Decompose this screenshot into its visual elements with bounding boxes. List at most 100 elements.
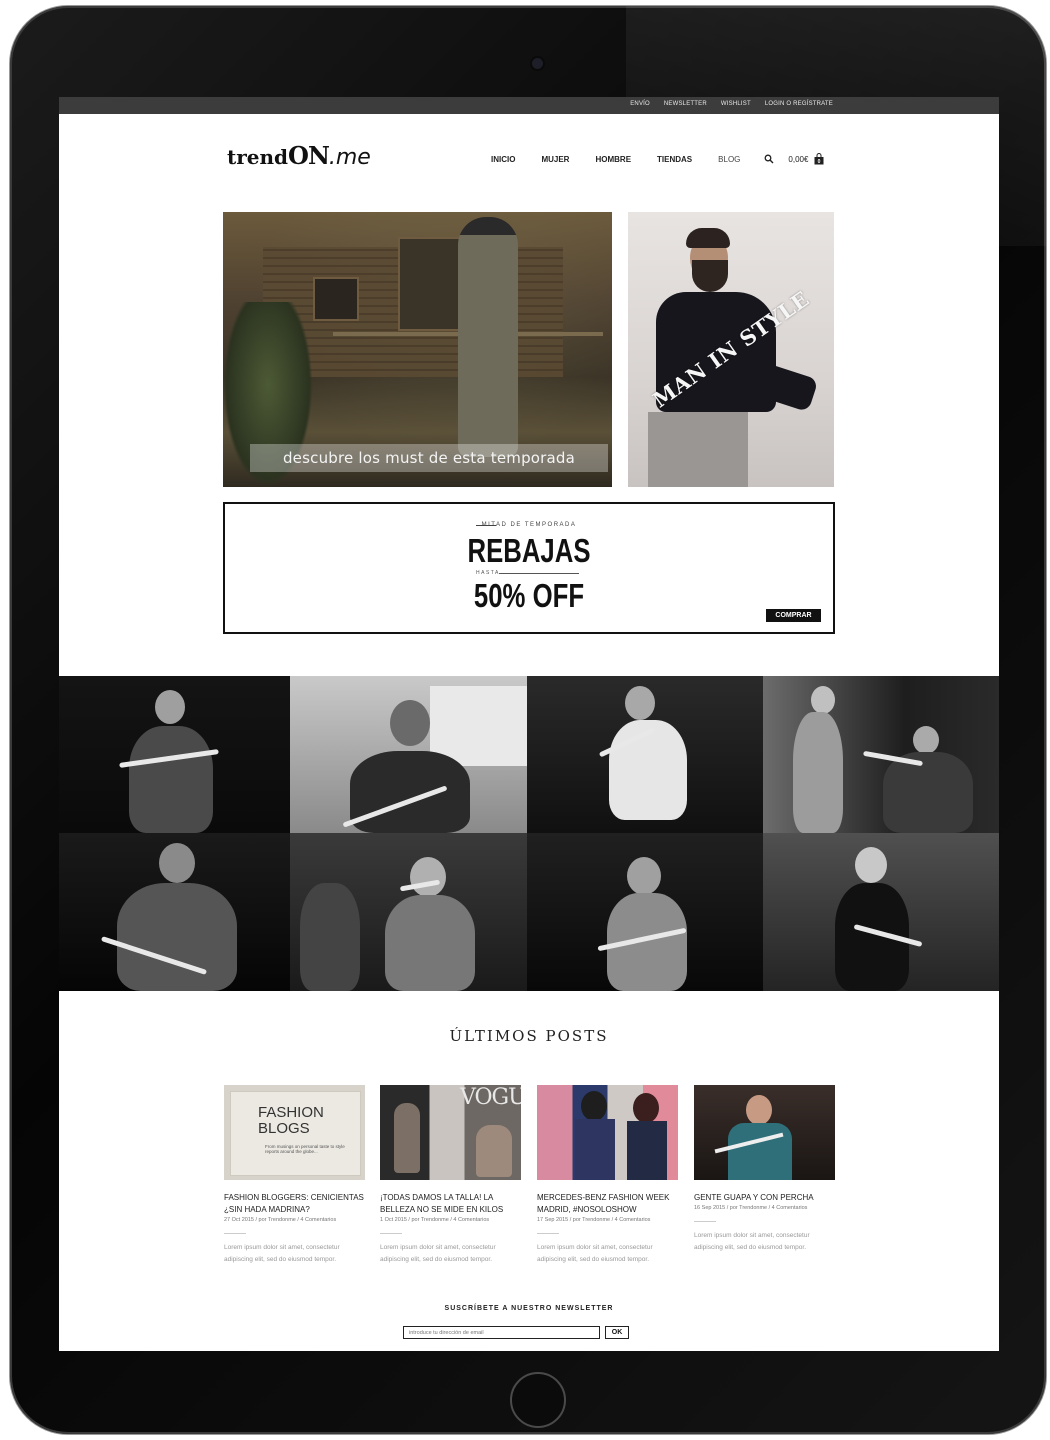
post-title[interactable]: ¡TODAS DAMOS LA TALLA! LA BELLEZA NO SE …: [380, 1192, 521, 1216]
newsletter-heading: SUSCRÍBETE A NUESTRO NEWSLETTER: [444, 1305, 614, 1312]
post-excerpt: Lorem ipsum dolor sit amet, consectetur …: [224, 1244, 340, 1263]
vogue-masthead: VOGUE: [460, 1085, 521, 1110]
event-photo[interactable]: [763, 676, 999, 833]
logo-on: ON: [288, 141, 330, 170]
thumb-figure: [627, 1121, 667, 1180]
thumb-figure: [633, 1093, 659, 1123]
event-photo[interactable]: [290, 676, 527, 833]
photo-person: [159, 843, 195, 883]
photo-person: [410, 857, 446, 897]
photo-person: [855, 847, 887, 883]
main-nav: INICIO MUJER HOMBRE TIENDAS BLOG 0,00€ 0: [491, 153, 824, 165]
site-logo[interactable]: trendON.me: [227, 141, 371, 170]
promo-title: REBAJAS: [467, 532, 591, 569]
nav-tiendas[interactable]: TIENDAS: [657, 155, 692, 164]
home-button[interactable]: [510, 1372, 566, 1428]
event-photo[interactable]: [59, 676, 290, 833]
thumb-figure: [476, 1125, 512, 1177]
comprar-button[interactable]: COMPRAR: [766, 609, 821, 622]
newsletter-email-input[interactable]: [403, 1326, 600, 1339]
photo-person: [883, 752, 973, 833]
event-photo[interactable]: [527, 833, 763, 991]
post-title[interactable]: MERCEDES-BENZ FASHION WEEK MADRID, #NOSO…: [537, 1192, 678, 1216]
hero-man-beard: [692, 260, 728, 292]
link-envio[interactable]: ENVÍO: [630, 101, 650, 107]
post-title[interactable]: FASHION BLOGGERS: CENICIENTAS ¿SIN HADA …: [224, 1192, 365, 1216]
post-meta: 27 Oct 2015 / por Trendonme / 4 Comentar…: [224, 1217, 337, 1223]
photo-person: [625, 686, 655, 720]
hero-man-hair: [686, 228, 730, 248]
promo-discount: 50% OFF: [473, 577, 585, 614]
cart-total[interactable]: 0,00€: [788, 155, 808, 164]
thumb-caption: From musings on personal taste to style …: [265, 1144, 345, 1154]
thumb-title-line1: FASHION: [258, 1104, 324, 1121]
promo-divider-right: [499, 573, 579, 574]
photo-person: [811, 686, 835, 714]
link-newsletter[interactable]: NEWSLETTER: [664, 101, 707, 107]
front-camera: [532, 58, 543, 69]
sale-banner[interactable]: MITAD DE TEMPORADA REBAJAS HASTA 50% OFF…: [223, 502, 835, 634]
event-photo-grid: [59, 676, 999, 991]
link-wishlist[interactable]: WISHLIST: [721, 101, 751, 107]
thumb-title: FASHION BLOGS: [258, 1105, 324, 1137]
post-thumbnail[interactable]: VOGUE: [380, 1085, 521, 1180]
thumb-figure: [394, 1103, 420, 1173]
post-meta: 17 Sep 2015 / por Trendonme / 4 Comentar…: [537, 1217, 651, 1223]
post-thumbnail[interactable]: FASHION BLOGS From musings on personal ta…: [224, 1085, 365, 1180]
nav-mujer[interactable]: MUJER: [541, 155, 569, 164]
link-login[interactable]: LOGIN O REGÍSTRATE: [765, 101, 833, 107]
post-card[interactable]: VOGUE ¡TODAS DAMOS LA TALLA! LA BELLEZA …: [380, 1085, 521, 1266]
cart-count: 0: [818, 159, 821, 165]
event-photo[interactable]: [59, 833, 290, 991]
promo-hasta: HASTA: [476, 570, 500, 576]
post-divider: [380, 1233, 402, 1234]
photo-person: [793, 712, 843, 833]
hero-stool: [648, 412, 748, 487]
thumb-figure: [746, 1095, 772, 1125]
photo-person: [155, 690, 185, 724]
hero-banner-women[interactable]: descubre los must de esta temporada: [223, 212, 612, 487]
post-divider: [537, 1233, 559, 1234]
event-photo[interactable]: [763, 833, 999, 991]
photo-person: [385, 895, 475, 991]
post-card[interactable]: MERCEDES-BENZ FASHION WEEK MADRID, #NOSO…: [537, 1085, 678, 1266]
hero-caption[interactable]: descubre los must de esta temporada: [250, 444, 608, 472]
photo-person: [300, 883, 360, 991]
photo-person: [350, 751, 470, 833]
thumb-figure: [575, 1119, 615, 1180]
nav-blog[interactable]: BLOG: [718, 155, 740, 164]
top-utility-bar: ENVÍO NEWSLETTER WISHLIST LOGIN O REGÍST…: [59, 97, 999, 114]
event-photo[interactable]: [527, 676, 763, 833]
shopping-bag-icon[interactable]: 0: [814, 153, 824, 165]
newsletter-ok-button[interactable]: OK: [605, 1326, 629, 1339]
post-card[interactable]: FASHION BLOGS From musings on personal ta…: [224, 1085, 365, 1266]
website-screen: ENVÍO NEWSLETTER WISHLIST LOGIN O REGÍST…: [59, 97, 999, 1351]
hero-window: [313, 277, 359, 321]
photo-person: [129, 726, 213, 833]
post-excerpt: Lorem ipsum dolor sit amet, consectetur …: [694, 1232, 810, 1251]
search-icon[interactable]: [764, 154, 774, 164]
hero-model: [458, 217, 518, 457]
post-excerpt: Lorem ipsum dolor sit amet, consectetur …: [537, 1244, 653, 1263]
utility-links: ENVÍO NEWSLETTER WISHLIST LOGIN O REGÍST…: [630, 101, 833, 107]
post-title[interactable]: GENTE GUAPA Y CON PERCHA: [694, 1192, 835, 1204]
hero-banner-men[interactable]: MAN IN STYLE: [628, 212, 834, 487]
nav-hombre[interactable]: HOMBRE: [595, 155, 631, 164]
post-card[interactable]: GENTE GUAPA Y CON PERCHA 16 Sep 2015 / p…: [694, 1085, 835, 1254]
hero-door: [398, 237, 462, 331]
post-thumbnail[interactable]: [694, 1085, 835, 1180]
post-divider: [224, 1233, 246, 1234]
nav-inicio[interactable]: INICIO: [491, 155, 515, 164]
promo-subtitle: MITAD DE TEMPORADA: [481, 522, 577, 528]
post-meta: 16 Sep 2015 / por Trendonme / 4 Comentar…: [694, 1205, 808, 1211]
post-thumbnail[interactable]: [537, 1085, 678, 1180]
photo-person: [913, 726, 939, 754]
post-excerpt: Lorem ipsum dolor sit amet, consectetur …: [380, 1244, 496, 1263]
thumb-title-line2: BLOGS: [258, 1120, 310, 1137]
logo-trend: trend: [227, 145, 289, 169]
event-photo[interactable]: [290, 833, 527, 991]
fashion-blogs-card: FASHION BLOGS From musings on personal ta…: [230, 1091, 361, 1176]
post-meta: 1 Oct 2015 / por Trendonme / 4 Comentari…: [380, 1217, 490, 1223]
logo-me: .me: [328, 145, 371, 170]
latest-posts-heading: ÚLTIMOS POSTS: [449, 1027, 609, 1045]
